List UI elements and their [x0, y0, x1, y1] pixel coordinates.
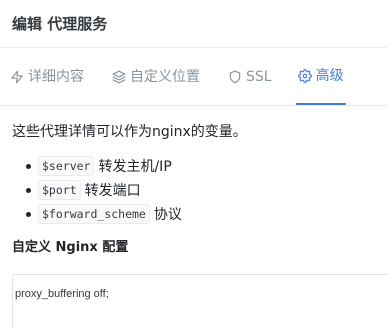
bolt-icon: [10, 70, 24, 84]
tab-custom-locations[interactable]: 自定义位置: [110, 49, 202, 105]
tab-ssl[interactable]: SSL: [226, 49, 274, 105]
variable-description: 转发主机/IP: [98, 159, 172, 175]
custom-config-label: 自定义 Nginx 配置: [12, 240, 129, 255]
variable-description: 协议: [153, 207, 182, 223]
variable-code: $port: [38, 180, 81, 200]
list-item: $forward_scheme 协议: [26, 202, 375, 226]
variable-code: $server: [38, 156, 95, 176]
tab-advanced[interactable]: 高级: [295, 49, 346, 105]
gear-icon: [297, 69, 312, 83]
tab-ssl-label: SSL: [246, 69, 272, 85]
layers-icon: [112, 70, 126, 84]
list-item: $server 转发主机/IP: [26, 154, 375, 178]
modal-header: 编辑 代理服务: [0, 0, 387, 48]
tab-advanced-label: 高级: [315, 68, 344, 84]
list-item: $port 转发端口: [26, 178, 375, 202]
custom-nginx-config-editor[interactable]: proxy_buffering off;: [12, 274, 387, 328]
variable-code: $forward_scheme: [38, 204, 150, 224]
tab-bar: 详细内容 自定义位置 SSL 高级: [0, 48, 387, 106]
modal-title: 编辑 代理服务: [12, 15, 108, 33]
tab-details[interactable]: 详细内容: [8, 49, 86, 105]
tab-custom-locations-label: 自定义位置: [130, 69, 200, 85]
variable-list: $server 转发主机/IP $port 转发端口 $forward_sche…: [26, 154, 375, 226]
variable-description: 转发端口: [84, 183, 141, 199]
edit-proxy-modal: 编辑 代理服务 详细内容 自定义位置 SSL 高级 这些代理详情可以作为ngin…: [0, 0, 387, 328]
tab-details-label: 详细内容: [28, 69, 84, 85]
intro-text: 这些代理详情可以作为nginx的变量。: [12, 124, 247, 140]
shield-icon: [228, 70, 242, 84]
tab-content-advanced: 这些代理详情可以作为nginx的变量。 $server 转发主机/IP $por…: [0, 106, 387, 255]
config-editor-content[interactable]: proxy_buffering off;: [13, 287, 387, 301]
